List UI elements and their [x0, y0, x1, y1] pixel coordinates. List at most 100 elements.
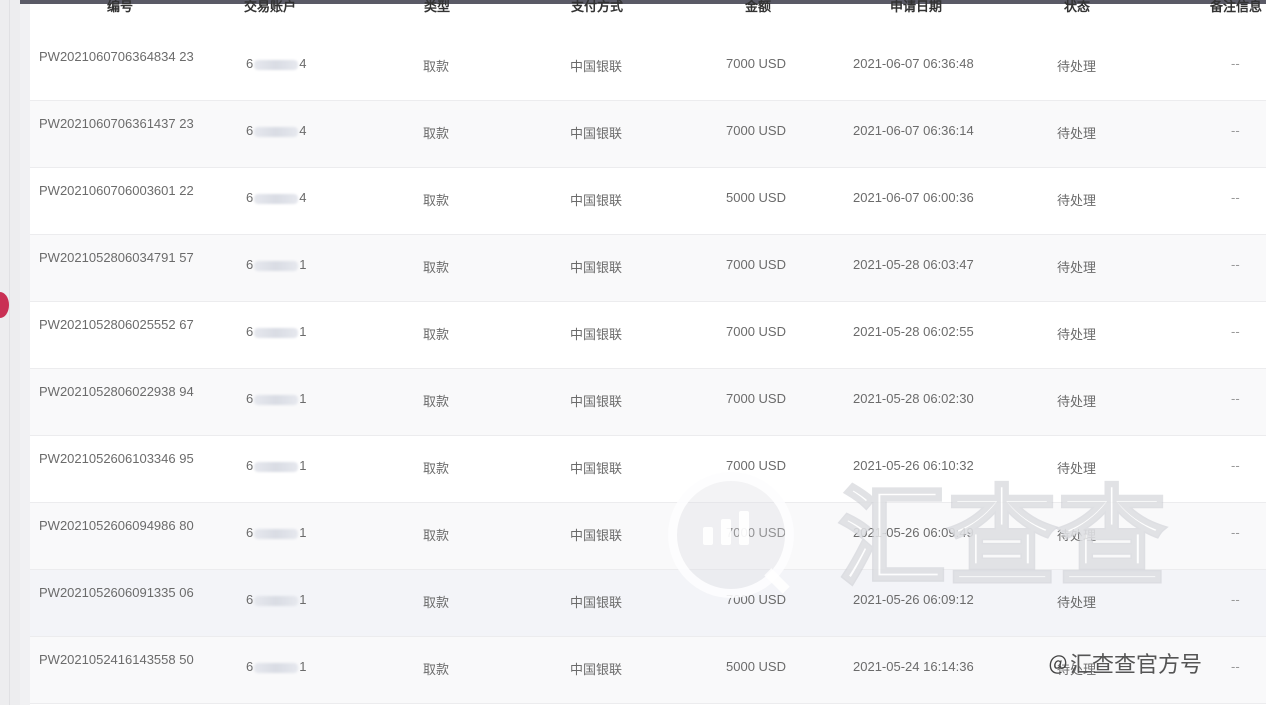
- account-number-start: 6: [246, 324, 254, 339]
- amount: 5000 USD: [726, 659, 786, 674]
- status-text: 待处理: [1057, 193, 1097, 208]
- official-account-name: 汇查查官方号: [1070, 652, 1203, 677]
- account-number-blur: [254, 394, 299, 405]
- remark: --: [1231, 324, 1240, 339]
- payment-channel: 中国银联: [570, 193, 623, 208]
- payment-channel: 中国银联: [570, 461, 623, 476]
- table-row[interactable]: PW2021060706003601 22 6 4 取款 中国银联 5000 USD 202…: [30, 168, 1266, 235]
- order-number: PW2021052806025552 67: [39, 317, 194, 332]
- request-time: 2021-06-07 06:36:48: [853, 56, 974, 71]
- remark: --: [1231, 56, 1240, 71]
- account-number-masked: 61: [246, 324, 306, 339]
- remark: --: [1231, 659, 1240, 674]
- account-number-masked: 61: [246, 391, 306, 406]
- table-row[interactable]: PW2021060706361437 23 6 4 取款 中国银联 7000 USD 202…: [30, 101, 1266, 168]
- account-number-masked: 61: [246, 525, 306, 540]
- remark: --: [1231, 592, 1240, 607]
- order-number: PW2021060706003601 22: [39, 183, 194, 198]
- order-number: PW2021052416143558 50: [39, 652, 194, 667]
- order-number: PW2021052606103346 95: [39, 451, 194, 466]
- remark: --: [1231, 123, 1240, 138]
- remark: --: [1231, 391, 1240, 406]
- account-number-start: 6: [246, 257, 254, 272]
- table-header: 编号 交易账户 类型 支付方式 金额 申请日期 状态 备注信息: [30, 0, 1266, 18]
- status-text: 待处理: [1057, 260, 1097, 275]
- table-row[interactable]: PW2021052606091335 06 6 1 取款 中国银联 7000 USD 202…: [30, 570, 1266, 637]
- column-header-order-no[interactable]: 编号: [107, 0, 133, 15]
- payment-channel: 中国银联: [570, 528, 623, 543]
- request-time: 2021-05-26 06:10:32: [853, 458, 974, 473]
- status-text: 待处理: [1057, 126, 1097, 141]
- column-header-channel[interactable]: 支付方式: [571, 0, 623, 15]
- payment-channel: 中国银联: [570, 662, 623, 677]
- column-header-remark[interactable]: 备注信息: [1210, 0, 1262, 15]
- account-number-end: 4: [299, 56, 307, 71]
- order-number: PW2021052606091335 06: [39, 585, 194, 600]
- account-number-masked: 61: [246, 592, 306, 607]
- account-number-blur: [254, 260, 299, 271]
- account-number-blur: [254, 662, 299, 673]
- column-header-time[interactable]: 申请日期: [890, 0, 942, 15]
- status-text: 待处理: [1057, 528, 1097, 543]
- request-time: 2021-05-28 06:03:47: [853, 257, 974, 272]
- account-number-masked: 64: [246, 123, 306, 138]
- transaction-type: 取款: [423, 461, 450, 476]
- payment-channel: 中国银联: [570, 394, 623, 409]
- account-number-blur: [254, 595, 299, 606]
- order-number: PW2021052806022938 94: [39, 384, 194, 399]
- official-account-credit: ＠汇查查官方号: [1048, 647, 1202, 679]
- status-text: 待处理: [1057, 59, 1097, 74]
- remark: --: [1231, 190, 1240, 205]
- column-header-amount[interactable]: 金额: [745, 0, 771, 15]
- account-number-blur: [254, 327, 299, 338]
- amount: 7000 USD: [726, 391, 786, 406]
- at-icon: ＠: [1048, 655, 1068, 677]
- account-number-start: 6: [246, 190, 254, 205]
- request-time: 2021-05-26 06:09:12: [853, 592, 974, 607]
- account-number-end: 1: [299, 659, 307, 674]
- column-header-status[interactable]: 状态: [1064, 0, 1090, 15]
- amount: 7000 USD: [726, 123, 786, 138]
- amount: 7000 USD: [726, 592, 786, 607]
- table-row[interactable]: PW2021052806022938 94 6 1 取款 中国银联 7000 USD 202…: [30, 369, 1266, 436]
- table-row[interactable]: PW2021052606094986 80 6 1 取款 中国银联 7000 USD 202…: [30, 503, 1266, 570]
- transaction-type: 取款: [423, 394, 450, 409]
- transaction-type: 取款: [423, 662, 450, 677]
- table-row[interactable]: PW2021052606103346 95 6 1 取款 中国银联 7000 USD 202…: [30, 436, 1266, 503]
- table-row[interactable]: PW2021052806025552 67 6 1 取款 中国银联 7000 USD 202…: [30, 302, 1266, 369]
- account-number-end: 1: [299, 525, 307, 540]
- request-time: 2021-05-28 06:02:30: [853, 391, 974, 406]
- table-row[interactable]: PW2021052806034791 57 6 1 取款 中国银联 7000 USD 202…: [30, 235, 1266, 302]
- transaction-type: 取款: [423, 260, 450, 275]
- transaction-type: 取款: [423, 327, 450, 342]
- request-time: 2021-05-24 16:14:36: [853, 659, 974, 674]
- side-indicator-dot[interactable]: [0, 292, 9, 318]
- left-gutter: [0, 0, 20, 705]
- table-row[interactable]: PW2021060706364834 23 6 4 取款 中国银联 7000 USD 202…: [30, 34, 1266, 101]
- amount: 7000 USD: [726, 257, 786, 272]
- account-number-end: 1: [299, 391, 307, 406]
- order-number: PW2021060706361437 23: [39, 116, 194, 131]
- column-header-type[interactable]: 类型: [424, 0, 450, 15]
- account-number-end: 4: [299, 123, 307, 138]
- transaction-type: 取款: [423, 126, 450, 141]
- remark: --: [1231, 257, 1240, 272]
- order-number: PW2021060706364834 23: [39, 49, 194, 64]
- order-number: PW2021052806034791 57: [39, 250, 194, 265]
- column-header-account[interactable]: 交易账户: [244, 0, 296, 15]
- gutter-divider: [9, 0, 10, 705]
- status-text: 待处理: [1057, 327, 1097, 342]
- remark: --: [1231, 458, 1240, 473]
- account-number-end: 4: [299, 190, 307, 205]
- account-number-start: 6: [246, 659, 254, 674]
- account-number-blur: [254, 193, 299, 204]
- account-number-start: 6: [246, 525, 254, 540]
- account-number-end: 1: [299, 257, 307, 272]
- account-number-masked: 61: [246, 659, 306, 674]
- account-number-end: 1: [299, 324, 307, 339]
- transaction-type: 取款: [423, 528, 450, 543]
- withdrawal-table-panel: 编号 交易账户 类型 支付方式 金额 申请日期 状态 备注信息 PW202106…: [30, 0, 1266, 705]
- payment-channel: 中国银联: [570, 126, 623, 141]
- account-number-blur: [254, 59, 299, 70]
- payment-channel: 中国银联: [570, 59, 623, 74]
